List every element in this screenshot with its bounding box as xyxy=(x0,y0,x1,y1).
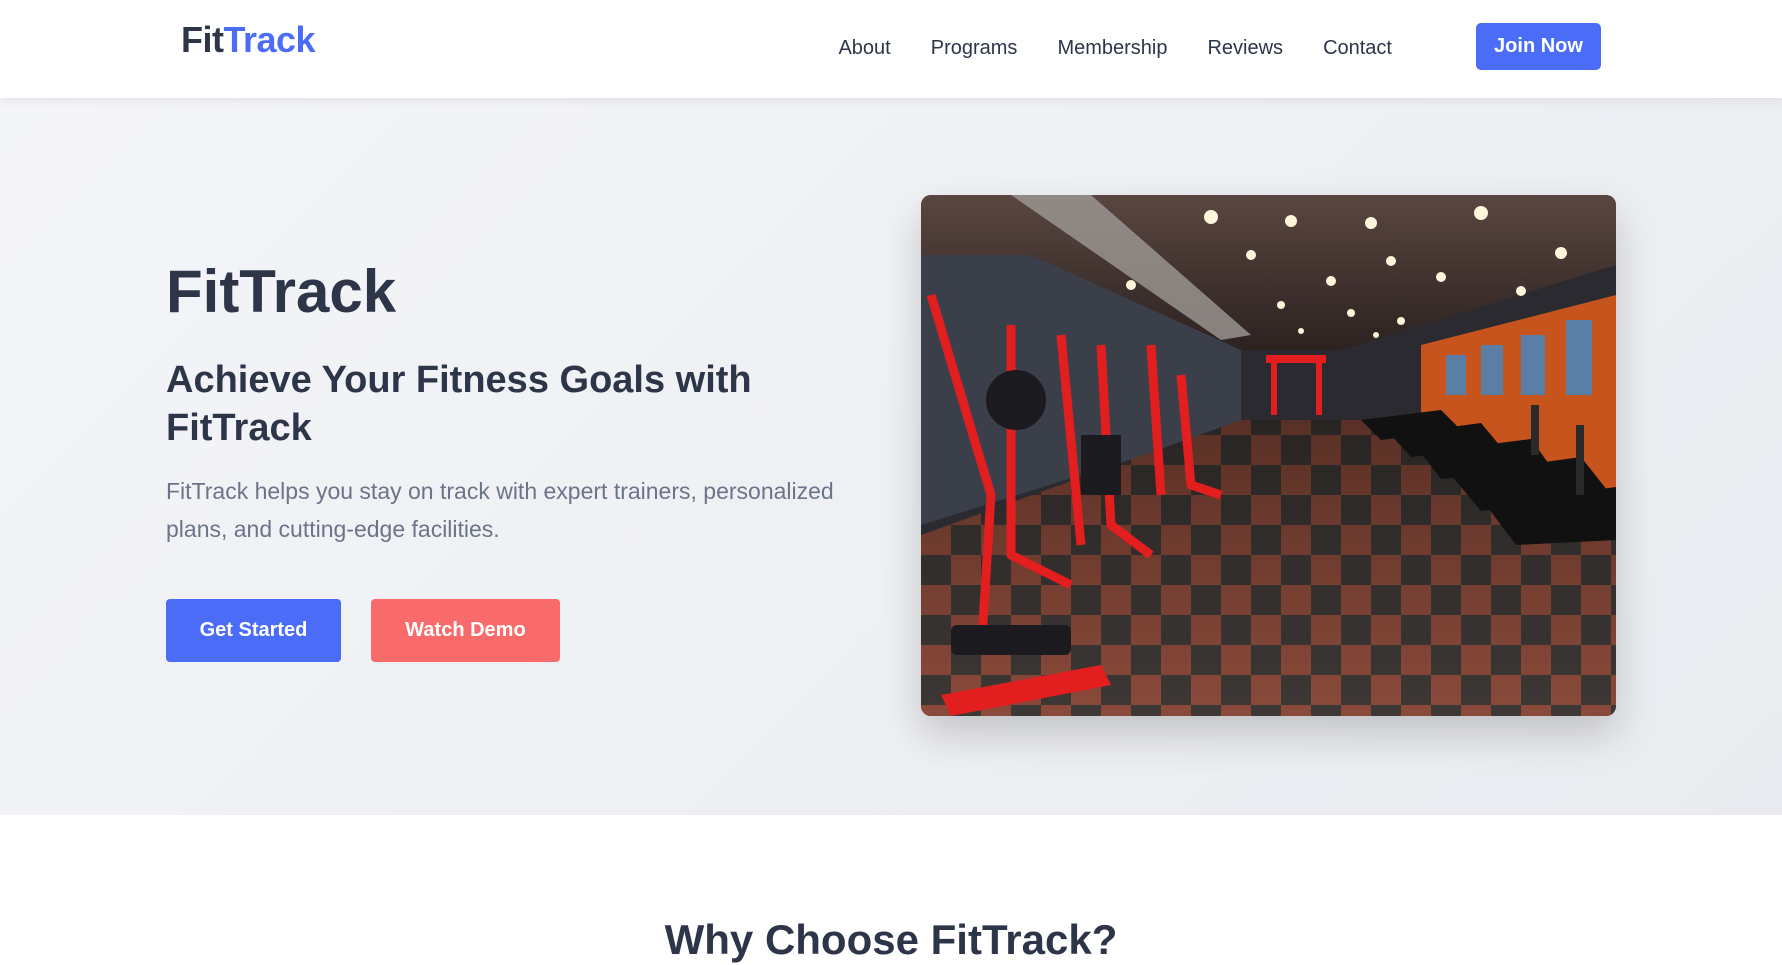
gym-interior-image xyxy=(921,195,1616,716)
watch-demo-button[interactable]: Watch Demo xyxy=(371,599,560,662)
join-now-button[interactable]: Join Now xyxy=(1476,23,1601,70)
brand-logo-part-a: Fit xyxy=(181,19,224,60)
hero-subtitle: Achieve Your Fitness Goals with FitTrack xyxy=(166,359,752,449)
nav-link-programs[interactable]: Programs xyxy=(931,36,1018,60)
brand-logo[interactable]: FitTrack xyxy=(181,18,316,62)
features-heading: Why Choose FitTrack? xyxy=(664,916,1118,963)
gym-scene-illustration xyxy=(921,195,1616,716)
nav-link-reviews[interactable]: Reviews xyxy=(1207,36,1283,60)
top-navbar: FitTrack About Programs Membership Revie… xyxy=(0,0,1782,98)
nav-link-membership[interactable]: Membership xyxy=(1057,36,1167,60)
get-started-button[interactable]: Get Started xyxy=(166,599,341,662)
hero-description: FitTrack helps you stay on track with ex… xyxy=(166,478,834,542)
hero-title: FitTrack xyxy=(166,258,397,325)
features-section: Why Choose FitTrack? xyxy=(0,815,1782,963)
brand-logo-part-b: Track xyxy=(223,19,316,60)
nav-link-contact[interactable]: Contact xyxy=(1323,36,1392,60)
hero-section: FitTrack Achieve Your Fitness Goals with… xyxy=(0,98,1782,815)
nav-link-about[interactable]: About xyxy=(838,36,890,60)
nav-links: About Programs Membership Reviews Contac… xyxy=(838,36,1392,60)
